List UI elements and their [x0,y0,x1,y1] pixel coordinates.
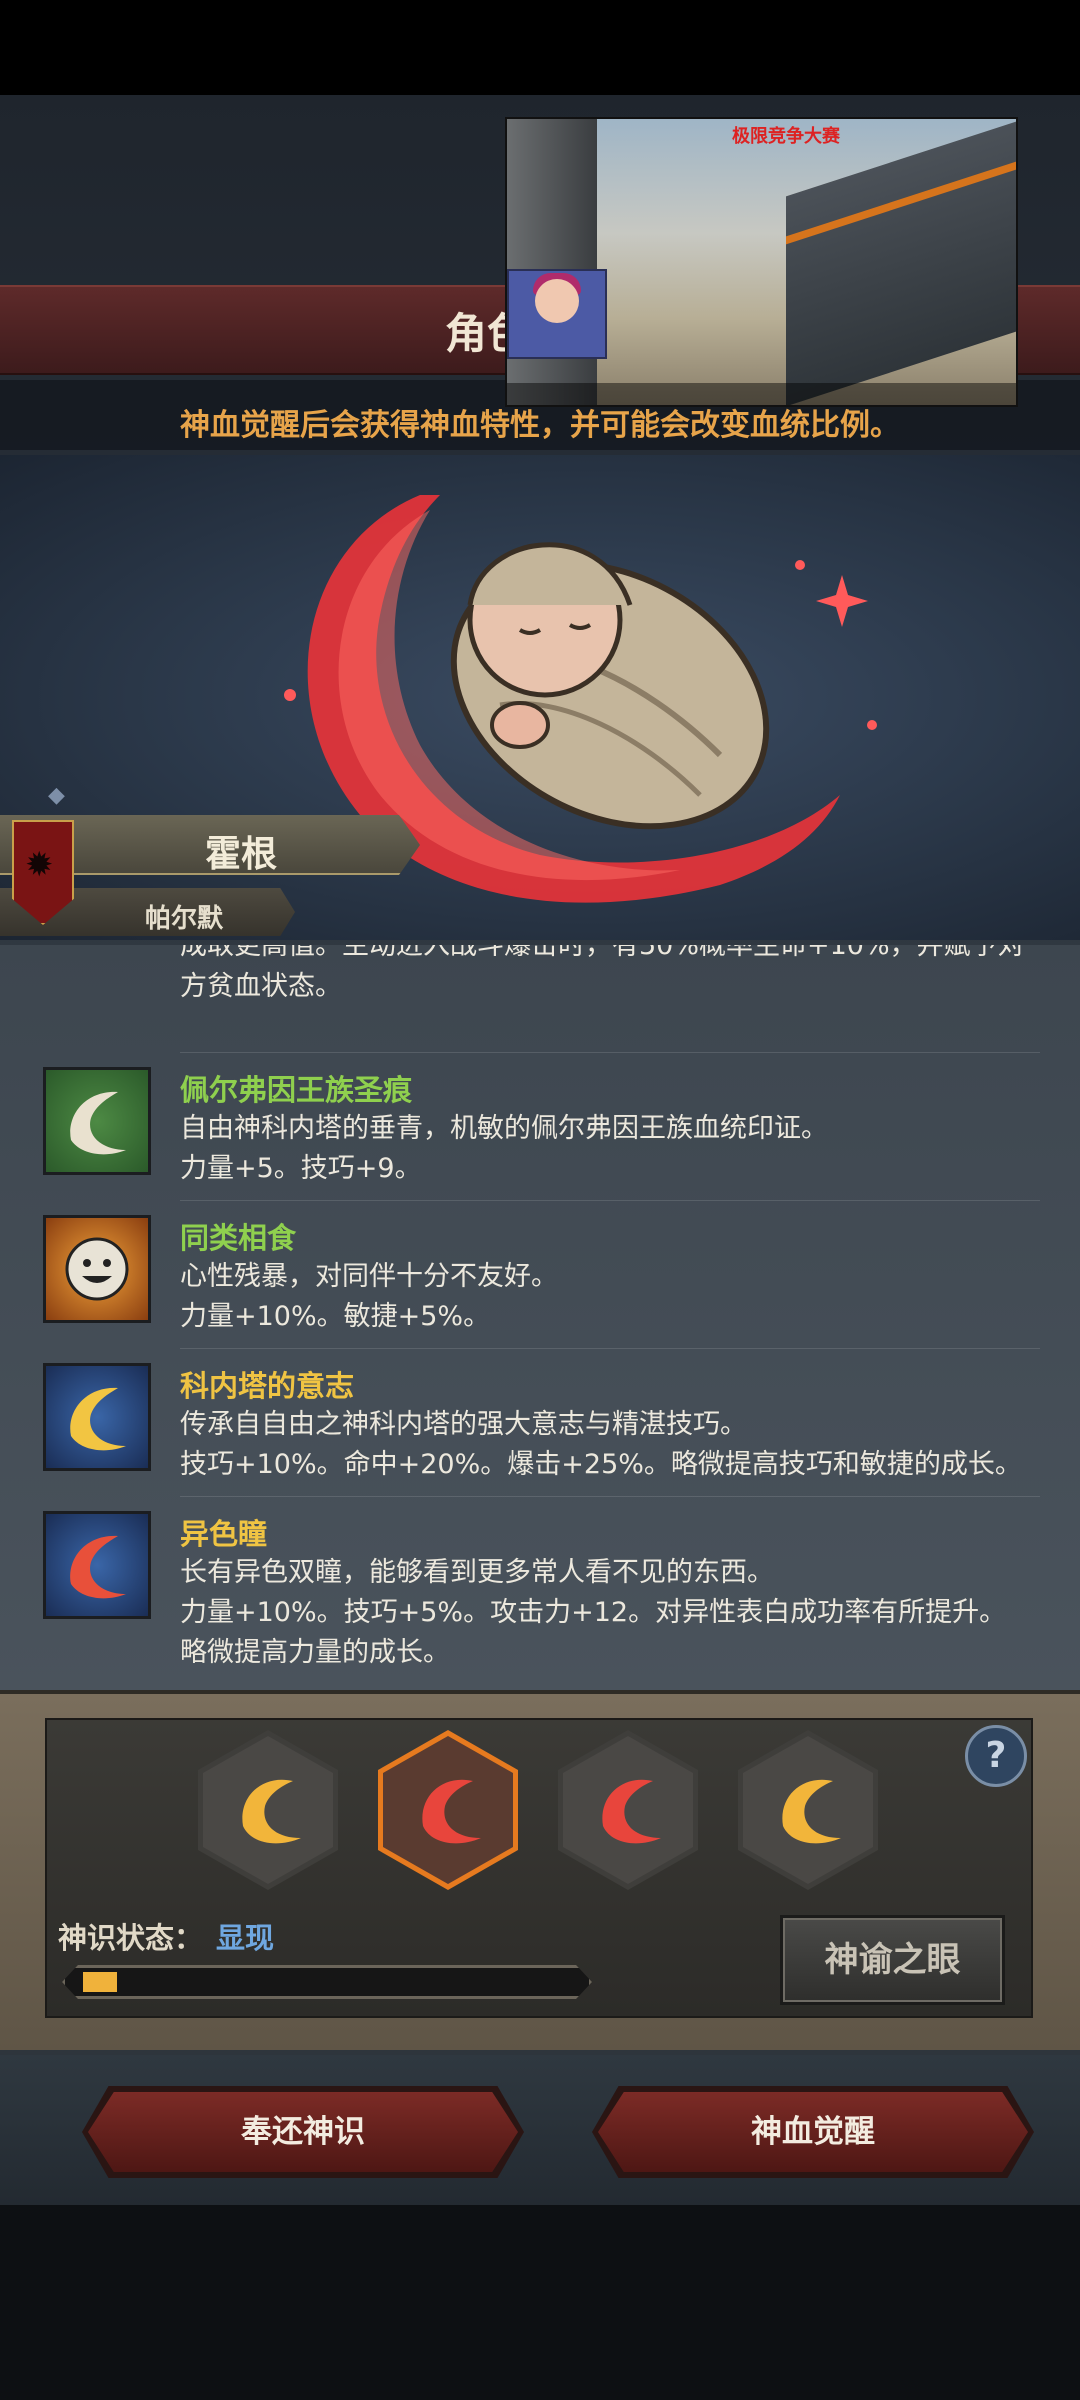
streamer-face [535,279,579,323]
trait-description: 自由神科内塔的垂青，机敏的佩尔弗因王族血统印证。 力量+5。技巧+9。 [180,1109,1060,1189]
trait-line: 自由神科内塔的垂青，机敏的佩尔弗因王族血统印证。 [180,1113,828,1144]
video-title: 极限竞争大赛 [732,126,840,147]
god-sense-state-value: 显现 [216,1921,275,1955]
red-crescent-icon [43,1511,151,1619]
trait-description: 心性残暴，对同伴十分不友好。 力量+10%。敏捷+5%。 [180,1257,1060,1337]
help-button[interactable]: ? [965,1725,1027,1787]
video-wall [786,121,1016,405]
god-sense-progress-fill [83,1972,117,1992]
nav-area [0,2205,1080,2400]
stream-video-overlay[interactable]: 极限竞争大赛 [505,117,1018,407]
oracle-eye-button[interactable]: 神谕之眼 [780,1915,1005,2005]
trait-name: 佩尔弗因王族圣痕 [180,1073,413,1107]
crest-emblem-icon: ✹ [25,845,54,885]
trait-intro-line: 方贫血状态。 [180,971,342,1002]
return-god-sense-button[interactable]: 奉还神识 [88,2092,518,2172]
trait-line: 力量+10%。技巧+5%。攻击力+12。对异性表白成功率有所提升。 [180,1597,1007,1628]
trait-line: 力量+10%。敏捷+5%。 [180,1301,491,1332]
trait-intro-line: 成取更高值。主动进入战斗爆击时，有50%概率生命+10%，并赋予对 [180,945,1025,961]
trait-line: 略微提高力量的成长。 [180,1637,450,1668]
trait-description: 传承自自由之神科内塔的强大意志与精湛技巧。 技巧+10%。命中+20%。爆击+2… [180,1405,1060,1485]
wave-crest-icon [43,1067,151,1175]
trait-line: 心性残暴，对同伴十分不友好。 [180,1261,558,1292]
divider [180,1052,1040,1053]
video-hud [507,383,1016,405]
trait-line: 力量+5。技巧+9。 [180,1153,422,1184]
trait-intro: 成取更高值。主动进入战斗爆击时，有50%概率生命+10%，并赋予对 方贫血状态。 [180,945,1050,1007]
god-sense-progress-bar [62,1965,592,1999]
trait-name: 异色瞳 [180,1517,268,1551]
trait-description: 长有异色双瞳，能够看到更多常人看不见的东西。 力量+10%。技巧+5%。攻击力+… [180,1553,1060,1673]
divider [180,1348,1040,1349]
traits-list[interactable]: 成取更高值。主动进入战斗爆击时，有50%概率生命+10%，并赋予对 方贫血状态。… [0,945,1080,1690]
gold-crescent-icon [43,1363,151,1471]
trait-name: 同类相食 [180,1221,297,1255]
character-origin: 帕尔默 [145,904,224,934]
grin-face-icon [43,1215,151,1323]
trait-line: 传承自自由之神科内塔的强大意志与精湛技巧。 [180,1409,747,1440]
trait-line: 技巧+10%。命中+20%。爆击+25%。略微提高技巧和敏捷的成长。 [180,1449,1022,1480]
trait-name: 科内塔的意志 [180,1369,355,1403]
divider [180,1496,1040,1497]
god-sense-state-label: 神识状态： [58,1921,204,1955]
status-bar [0,0,1080,95]
trait-line: 长有异色双瞳，能够看到更多常人看不见的东西。 [180,1557,774,1588]
rank-icon: ◆ [48,783,65,808]
character-name: 霍根 [205,834,278,875]
divider [180,1200,1040,1201]
video-pillar [507,119,597,405]
blood-awaken-button[interactable]: 神血觉醒 [598,2092,1028,2172]
